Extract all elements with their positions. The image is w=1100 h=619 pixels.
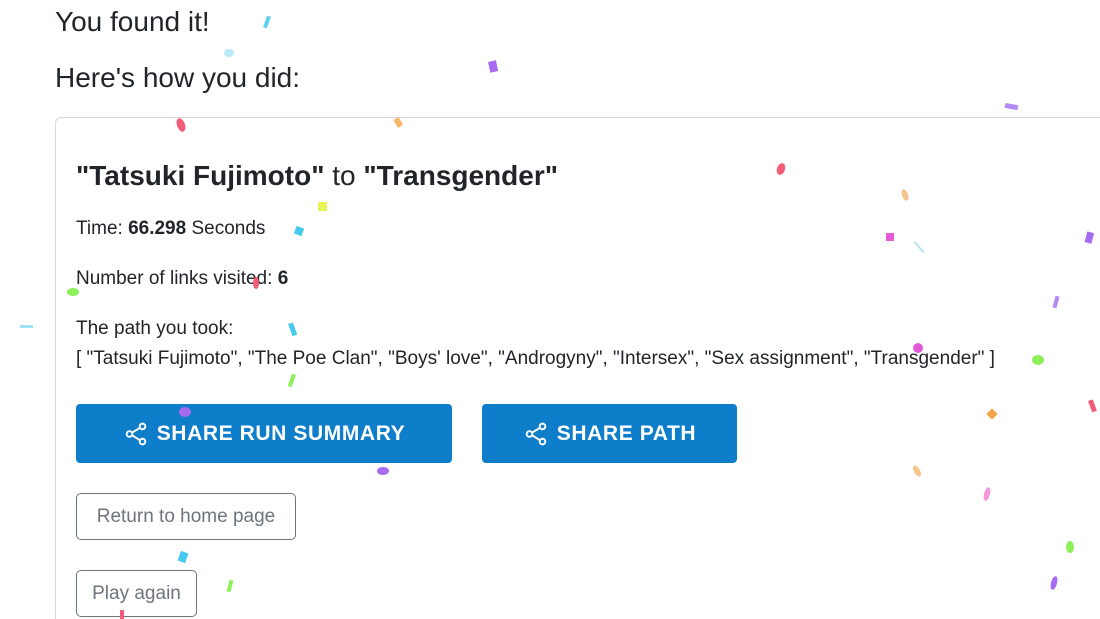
share-run-summary-label: SHARE RUN SUMMARY xyxy=(156,421,406,445)
route-title: "Tatsuki Fujimoto" to "Transgender" xyxy=(76,160,558,192)
results-page: You found it! Here's how you did: "Tatsu… xyxy=(0,0,1100,619)
path-label: The path you took: xyxy=(76,318,234,339)
return-home-button[interactable]: Return to home page xyxy=(76,493,296,540)
time-stat: Time: 66.298 Seconds xyxy=(76,218,265,240)
confetti-piece xyxy=(224,49,234,57)
share-run-summary-button[interactable]: SHARE RUN SUMMARY xyxy=(76,404,452,463)
time-unit: Seconds xyxy=(186,218,266,239)
links-label: Number of links visited: xyxy=(76,268,278,289)
time-label: Time: xyxy=(76,218,129,239)
share-icon xyxy=(523,421,549,447)
share-path-button[interactable]: SHARE PATH xyxy=(482,404,737,463)
confetti-piece xyxy=(1004,102,1019,111)
target-article: "Transgender" xyxy=(363,160,559,191)
found-heading: You found it! xyxy=(55,6,210,37)
links-value: 6 xyxy=(277,268,289,289)
confetti-piece xyxy=(488,60,499,73)
confetti-piece xyxy=(20,325,33,328)
links-stat: Number of links visited: 6 xyxy=(76,268,288,290)
share-path-label: SHARE PATH xyxy=(556,421,697,445)
confetti-piece xyxy=(263,15,271,29)
play-again-button[interactable]: Play again xyxy=(76,570,197,617)
results-heading: Here's how you did: xyxy=(55,62,301,93)
share-icon xyxy=(123,421,149,447)
time-value: 66.298 xyxy=(128,218,187,239)
start-article: "Tatsuki Fujimoto" xyxy=(76,160,325,191)
route-connector: to xyxy=(324,160,364,191)
path-list: [ "Tatsuki Fujimoto", "The Poe Clan", "B… xyxy=(76,348,995,369)
